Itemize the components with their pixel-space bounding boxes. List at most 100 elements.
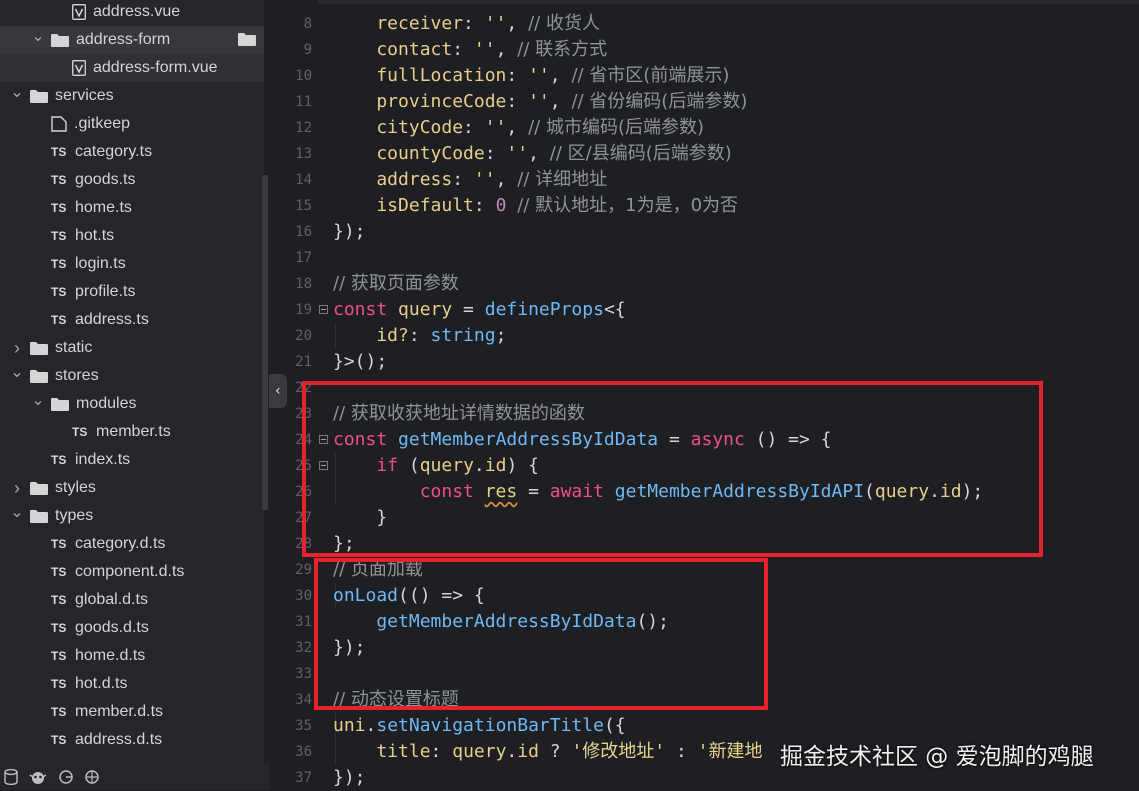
line-number: 29: [295, 562, 312, 578]
plugin-icon[interactable]: [84, 769, 100, 785]
tree-item-label: index.ts: [75, 451, 131, 468]
code-token: '': [484, 117, 507, 138]
vue-file-icon: [72, 4, 86, 20]
line-number: 31: [295, 614, 312, 630]
tree-file[interactable]: TS profile.ts: [0, 278, 264, 306]
code-token: =: [452, 299, 485, 320]
tree-file[interactable]: TS home.d.ts: [0, 642, 264, 670]
code-line[interactable]: address: '', // 详细地址: [333, 167, 607, 193]
typescript-file-icon: TS: [72, 425, 88, 439]
tree-file[interactable]: TS component.d.ts: [0, 558, 264, 586]
code-token: '': [528, 65, 550, 86]
code-token: // 联系方式: [517, 39, 608, 60]
code-token: const: [333, 299, 399, 320]
code-token: 0: [495, 195, 507, 216]
typescript-file-icon: TS: [51, 173, 67, 187]
code-line[interactable]: // 获取页面参数: [333, 271, 459, 297]
code-line[interactable]: uni.setNavigationBarTitle({: [333, 713, 626, 739]
tree-item-label: category.ts: [75, 143, 153, 160]
code-token: '': [473, 169, 496, 190]
fold-toggle-icon[interactable]: [319, 461, 328, 470]
tree-file[interactable]: TS member.d.ts: [0, 698, 264, 726]
tree-item-label: member.ts: [96, 423, 171, 440]
tree-file[interactable]: TS goods.ts: [0, 166, 264, 194]
tree-item-label: category.d.ts: [75, 535, 166, 552]
chevron-down-icon[interactable]: ⌄: [10, 82, 24, 102]
code-token: '': [473, 39, 496, 60]
tree-file[interactable]: TS member.ts: [0, 418, 264, 446]
tree-item-label: static: [55, 339, 93, 356]
tree-file[interactable]: TS hot.ts: [0, 222, 264, 250]
tree-file[interactable]: TS global.d.ts: [0, 586, 264, 614]
fold-toggle-icon[interactable]: [319, 305, 328, 314]
fold-toggle-icon[interactable]: [319, 435, 328, 444]
code-line[interactable]: });: [333, 765, 366, 791]
tree-folder[interactable]: › styles: [0, 474, 264, 502]
line-number: 36: [295, 744, 312, 760]
folder-icon: [30, 509, 48, 523]
code-token: query: [452, 741, 507, 762]
tree-file[interactable]: TS login.ts: [0, 250, 264, 278]
line-number: 11: [295, 94, 312, 110]
tree-folder[interactable]: ⌄ stores: [0, 362, 264, 390]
tree-folder[interactable]: › static: [0, 334, 264, 362]
tree-file[interactable]: address.vue: [0, 0, 264, 26]
collapse-sidebar-chevron-icon[interactable]: ‹: [269, 374, 287, 408]
database-icon[interactable]: [4, 769, 18, 785]
code-token: });: [333, 221, 366, 242]
code-line[interactable]: isDefault: 0 // 默认地址，1为是，0为否: [333, 193, 738, 219]
code-token: ,: [506, 13, 529, 34]
code-line[interactable]: const query = defineProps<{: [333, 297, 626, 323]
tree-file[interactable]: TS hot.d.ts: [0, 670, 264, 698]
chevron-down-icon[interactable]: ⌄: [31, 390, 45, 410]
tree-folder[interactable]: ⌄ modules: [0, 390, 264, 418]
code-token: isDefault: [333, 195, 474, 216]
code-token: ;: [495, 325, 507, 346]
tree-file[interactable]: TS goods.d.ts: [0, 614, 264, 642]
line-number: 30: [295, 588, 312, 604]
line-number: 14: [295, 172, 312, 188]
code-token: });: [333, 767, 366, 788]
code-token: :: [473, 195, 496, 216]
tree-item-label: home.d.ts: [75, 647, 146, 664]
folder-icon: [51, 33, 69, 47]
code-line[interactable]: provinceCode: '', // 省份编码(后端参数): [333, 89, 747, 115]
tree-file[interactable]: TS category.ts: [0, 138, 264, 166]
tree-folder[interactable]: ⌄ services: [0, 82, 264, 110]
tree-file[interactable]: TS index.ts: [0, 446, 264, 474]
bug-icon[interactable]: [28, 769, 48, 785]
tree-file[interactable]: .gitkeep: [0, 110, 264, 138]
chevron-down-icon[interactable]: ⌄: [31, 26, 45, 46]
tree-item-label: .gitkeep: [74, 115, 131, 132]
code-token: '': [484, 13, 507, 34]
code-line[interactable]: title: query.id ? '修改地址' : '新建地: [333, 739, 763, 765]
code-token: '新建地: [697, 741, 763, 762]
sidebar-scrollbar[interactable]: [262, 175, 268, 510]
code-line[interactable]: countyCode: '', // 区/县编码(后端参数): [333, 141, 731, 167]
code-line[interactable]: receiver: '', // 收货人: [333, 11, 600, 37]
tree-folder[interactable]: ⌄ types: [0, 502, 264, 530]
source-control-icon[interactable]: [58, 769, 74, 785]
chevron-down-icon[interactable]: ⌄: [10, 502, 24, 522]
code-line[interactable]: contact: '', // 联系方式: [333, 37, 607, 63]
chevron-right-icon[interactable]: ›: [10, 338, 24, 359]
sidebar-bottom-toolbar: [0, 764, 274, 790]
tree-file[interactable]: TS address.ts: [0, 306, 264, 334]
open-folder-icon[interactable]: [238, 32, 256, 51]
chevron-down-icon[interactable]: ⌄: [10, 362, 24, 382]
code-token: provinceCode: [333, 91, 507, 112]
code-token: '': [528, 91, 550, 112]
code-line[interactable]: id?: string;: [333, 323, 506, 349]
tree-file[interactable]: TS address.d.ts: [0, 726, 264, 754]
code-line[interactable]: fullLocation: '', // 省市区(前端展示): [333, 63, 729, 89]
code-line[interactable]: });: [333, 219, 366, 245]
code-line[interactable]: cityCode: '', // 城市编码(后端参数): [333, 115, 704, 141]
code-token: ({: [603, 715, 626, 736]
tree-file[interactable]: address-form.vue: [0, 54, 264, 82]
tree-folder[interactable]: ⌄ address-form: [0, 26, 264, 54]
tree-file[interactable]: TS category.d.ts: [0, 530, 264, 558]
code-token: setNavigationBarTitle: [376, 715, 604, 736]
chevron-right-icon[interactable]: ›: [10, 478, 24, 499]
code-line[interactable]: }>();: [333, 349, 387, 375]
tree-file[interactable]: TS home.ts: [0, 194, 264, 222]
